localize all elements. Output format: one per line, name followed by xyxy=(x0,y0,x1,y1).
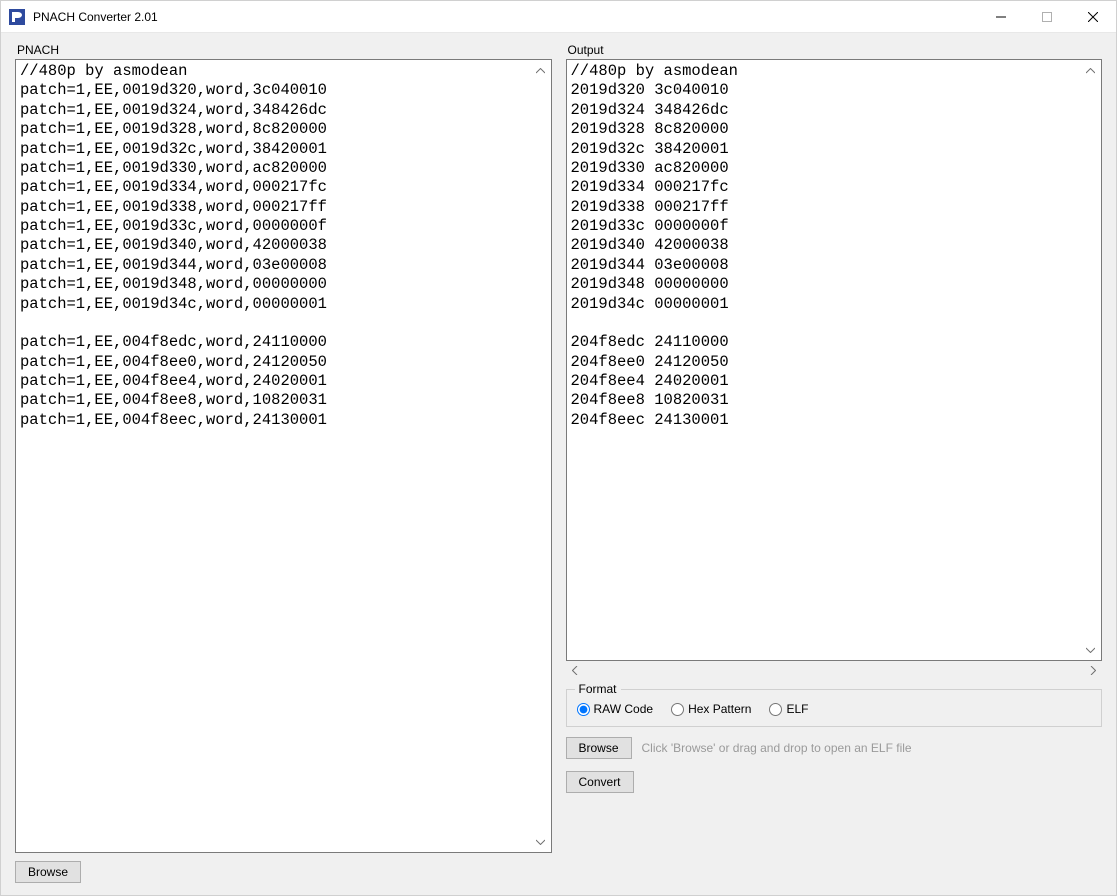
maximize-button[interactable] xyxy=(1024,1,1070,32)
window-controls xyxy=(978,1,1116,32)
radio-raw-label: RAW Code xyxy=(594,702,654,716)
app-icon xyxy=(9,9,25,25)
scroll-right-icon xyxy=(1090,666,1096,678)
output-hscroll[interactable] xyxy=(566,663,1103,681)
radio-raw-input[interactable] xyxy=(577,703,590,716)
close-button[interactable] xyxy=(1070,1,1116,32)
radio-hex-input[interactable] xyxy=(671,703,684,716)
browse-pnach-button[interactable]: Browse xyxy=(15,861,81,883)
client-area: PNACH Browse Output xyxy=(1,33,1116,895)
app-window: PNACH Converter 2.01 PNACH xyxy=(0,0,1117,896)
pnach-column: PNACH Browse xyxy=(15,43,552,883)
right-bottom-controls: Format RAW Code Hex Pattern xyxy=(566,689,1103,793)
radio-elf-label: ELF xyxy=(786,702,808,716)
radio-elf[interactable]: ELF xyxy=(769,702,808,716)
pnach-input[interactable] xyxy=(15,59,552,853)
minimize-button[interactable] xyxy=(978,1,1024,32)
output-column: Output xyxy=(566,43,1103,883)
main-columns: PNACH Browse Output xyxy=(15,43,1102,883)
browse-elf-button[interactable]: Browse xyxy=(566,737,632,759)
elf-hint: Click 'Browse' or drag and drop to open … xyxy=(642,741,912,755)
window-title: PNACH Converter 2.01 xyxy=(33,10,978,24)
radio-hex[interactable]: Hex Pattern xyxy=(671,702,751,716)
radio-raw[interactable]: RAW Code xyxy=(577,702,654,716)
output-label: Output xyxy=(566,43,1103,57)
elf-row: Browse Click 'Browse' or drag and drop t… xyxy=(566,737,1103,759)
pnach-textbox-wrap xyxy=(15,59,552,853)
radio-elf-input[interactable] xyxy=(769,703,782,716)
convert-button[interactable]: Convert xyxy=(566,771,634,793)
scroll-left-icon xyxy=(572,666,578,678)
output-textbox-wrap xyxy=(566,59,1103,661)
output-text[interactable] xyxy=(566,59,1103,661)
format-legend: Format xyxy=(575,682,621,696)
format-fieldset: Format RAW Code Hex Pattern xyxy=(566,689,1103,727)
titlebar: PNACH Converter 2.01 xyxy=(1,1,1116,33)
radio-hex-label: Hex Pattern xyxy=(688,702,751,716)
format-radios: RAW Code Hex Pattern ELF xyxy=(577,702,1092,716)
pnach-label: PNACH xyxy=(15,43,552,57)
